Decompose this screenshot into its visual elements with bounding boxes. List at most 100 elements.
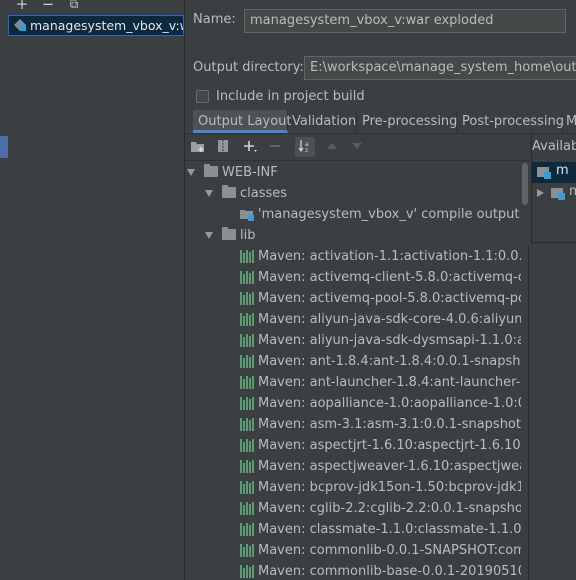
include-in-build-label: Include in project build — [216, 89, 365, 104]
tree-node-classes[interactable]: classes — [185, 183, 530, 204]
folder-icon — [222, 185, 236, 198]
library-icon — [240, 271, 254, 284]
available-item[interactable]: m — [532, 162, 576, 183]
library-row[interactable]: Maven: aliyun-java-sdk-core-4.0.6:aliyun… — [185, 309, 530, 330]
module-output-icon — [240, 210, 254, 221]
tree-node-label: classes — [240, 186, 288, 201]
library-row[interactable]: Maven: classmate-1.1.0:classmate-1.1.0:0… — [185, 519, 530, 540]
library-label: Maven: cglib-2.2:cglib-2.2:0.0.1-snapsho… — [258, 501, 530, 516]
expand-arrow-icon[interactable] — [187, 169, 195, 176]
available-item-label: m — [556, 163, 569, 178]
artifact-config-panel: Name: managesystem_vbox_v:war exploded O… — [185, 0, 576, 580]
library-label: Maven: activemq-client-5.8.0:activemq-cl… — [258, 270, 530, 285]
output-layout-toolbar: a z — [185, 134, 530, 161]
overlay-panel-edge — [528, 245, 576, 580]
library-icon — [240, 376, 254, 389]
add-icon[interactable] — [242, 138, 258, 154]
library-row[interactable]: Maven: aliyun-java-sdk-dysmsapi-1.1.0:al… — [185, 330, 530, 351]
tab-post-processing[interactable]: Post-processing — [457, 110, 564, 133]
output-directory-field[interactable]: E:\workspace\manage_system_home\out\arti… — [304, 56, 576, 80]
library-row[interactable]: Maven: aopalliance-1.0:aopalliance-1.0:0… — [185, 393, 530, 414]
library-label: Maven: activemq-pool-5.8.0:activemq-pool… — [258, 291, 530, 306]
move-down-icon[interactable] — [349, 138, 365, 154]
library-label: Maven: aliyun-java-sdk-core-4.0.6:aliyun… — [258, 312, 530, 327]
folder-icon — [204, 164, 218, 177]
artifact-list-panel: + − ⧉ managesystem_vbox_v:war exploded — [8, 0, 185, 580]
available-item[interactable]: m — [532, 183, 576, 204]
left-selection-marker — [0, 136, 8, 158]
name-label: Name: — [193, 12, 236, 27]
library-row[interactable]: Maven: ant-launcher-1.8.4:ant-launcher-1… — [185, 372, 530, 393]
expand-arrow-icon[interactable] — [537, 189, 544, 197]
library-icon — [240, 565, 254, 578]
remove-icon[interactable] — [267, 138, 283, 154]
library-icon — [240, 523, 254, 536]
new-folder-icon[interactable] — [190, 138, 206, 154]
tree-node-web-inf[interactable]: WEB-INF — [185, 162, 530, 183]
library-icon — [240, 334, 254, 347]
library-row[interactable]: Maven: ant-1.8.4:ant-1.8.4:0.0.1-snapsho… — [185, 351, 530, 372]
library-row[interactable]: Maven: aspectjrt-1.6.10:aspectjrt-1.6.10… — [185, 435, 530, 456]
library-row[interactable]: Maven: commonlib-0.0.1-SNAPSHOT:commonli… — [185, 540, 530, 561]
tab-more[interactable]: M — [563, 110, 576, 133]
tab-pre-processing[interactable]: Pre-processing — [357, 110, 457, 133]
library-row[interactable]: Maven: activemq-client-5.8.0:activemq-cl… — [185, 267, 530, 288]
library-icon — [240, 397, 254, 410]
include-in-build-checkbox[interactable] — [196, 90, 209, 103]
library-label: Maven: activation-1.1:activation-1.1:0.0… — [258, 249, 530, 264]
sort-icon[interactable]: a z — [297, 138, 313, 154]
artifact-item-selected[interactable]: managesystem_vbox_v:war exploded — [8, 15, 184, 36]
library-row[interactable]: Maven: aspectjweaver-1.6.10:aspectjweave… — [185, 456, 530, 477]
library-label: Maven: asm-3.1:asm-3.1:0.0.1-snapshot ('… — [258, 417, 530, 432]
available-elements-list: m m — [532, 160, 576, 243]
tree-node-lib[interactable]: lib — [185, 225, 530, 246]
library-label: Maven: ant-launcher-1.8.4:ant-launcher-1… — [258, 375, 530, 390]
library-label: Maven: commonlib-0.0.1-SNAPSHOT:commonli… — [258, 543, 530, 558]
tree-node-label: WEB-INF — [222, 165, 278, 180]
tab-bar: Output Layout Validation Pre-processing … — [185, 110, 576, 134]
name-field[interactable]: managesystem_vbox_v:war exploded — [244, 9, 566, 33]
remove-artifact-button[interactable]: − — [40, 0, 56, 12]
scrollbar-thumb[interactable] — [522, 163, 528, 205]
tree-node-label: lib — [240, 228, 256, 243]
tab-validation[interactable]: Validation — [287, 110, 357, 133]
library-row[interactable]: Maven: asm-3.1:asm-3.1:0.0.1-snapshot ('… — [185, 414, 530, 435]
library-label: Maven: aliyun-java-sdk-dysmsapi-1.1.0:al… — [258, 333, 530, 348]
move-up-icon[interactable] — [324, 138, 340, 154]
library-icon — [240, 502, 254, 515]
archive-icon[interactable] — [215, 138, 231, 154]
library-label: Maven: aspectjweaver-1.6.10:aspectjweave… — [258, 459, 530, 474]
library-icon — [240, 481, 254, 494]
svg-text:z: z — [305, 147, 308, 154]
available-elements-title: Availabl — [532, 139, 576, 154]
library-icon — [240, 355, 254, 368]
library-label: Maven: aspectjrt-1.6.10:aspectjrt-1.6.10… — [258, 438, 530, 453]
library-row[interactable]: Maven: commonlib-base-0.0.1-20190510.030… — [185, 561, 530, 580]
library-icon — [240, 544, 254, 557]
library-row[interactable]: Maven: cglib-2.2:cglib-2.2:0.0.1-snapsho… — [185, 498, 530, 519]
output-directory-label: Output directory: — [193, 60, 304, 75]
tree-node-compile-output[interactable]: 'managesystem_vbox_v' compile output — [185, 204, 530, 225]
library-label: Maven: commonlib-base-0.0.1-20190510.030… — [258, 564, 530, 579]
library-icon — [240, 460, 254, 473]
folder-icon — [222, 227, 236, 240]
library-row[interactable]: Maven: activation-1.1:activation-1.1:0.0… — [185, 246, 530, 267]
library-icon — [240, 418, 254, 431]
library-label: Maven: ant-1.8.4:ant-1.8.4:0.0.1-snapsho… — [258, 354, 530, 369]
add-artifact-button[interactable]: + — [14, 0, 30, 12]
library-icon — [240, 313, 254, 326]
library-label: Maven: bcprov-jdk15on-1.50:bcprov-jdk15o… — [258, 480, 530, 495]
expand-arrow-icon[interactable] — [205, 190, 213, 197]
library-row[interactable]: Maven: activemq-pool-5.8.0:activemq-pool… — [185, 288, 530, 309]
copy-artifact-button[interactable]: ⧉ — [66, 0, 82, 11]
library-row[interactable]: Maven: bcprov-jdk15on-1.50:bcprov-jdk15o… — [185, 477, 530, 498]
module-icon — [551, 188, 565, 200]
tab-output-layout[interactable]: Output Layout — [193, 110, 291, 133]
library-label: Maven: aopalliance-1.0:aopalliance-1.0:0… — [258, 396, 530, 411]
war-artifact-icon — [14, 19, 26, 31]
library-label: Maven: classmate-1.1.0:classmate-1.1.0:0… — [258, 522, 530, 537]
expand-arrow-icon[interactable] — [205, 232, 213, 239]
left-strip — [0, 0, 8, 580]
library-icon — [240, 292, 254, 305]
library-icon — [240, 439, 254, 452]
